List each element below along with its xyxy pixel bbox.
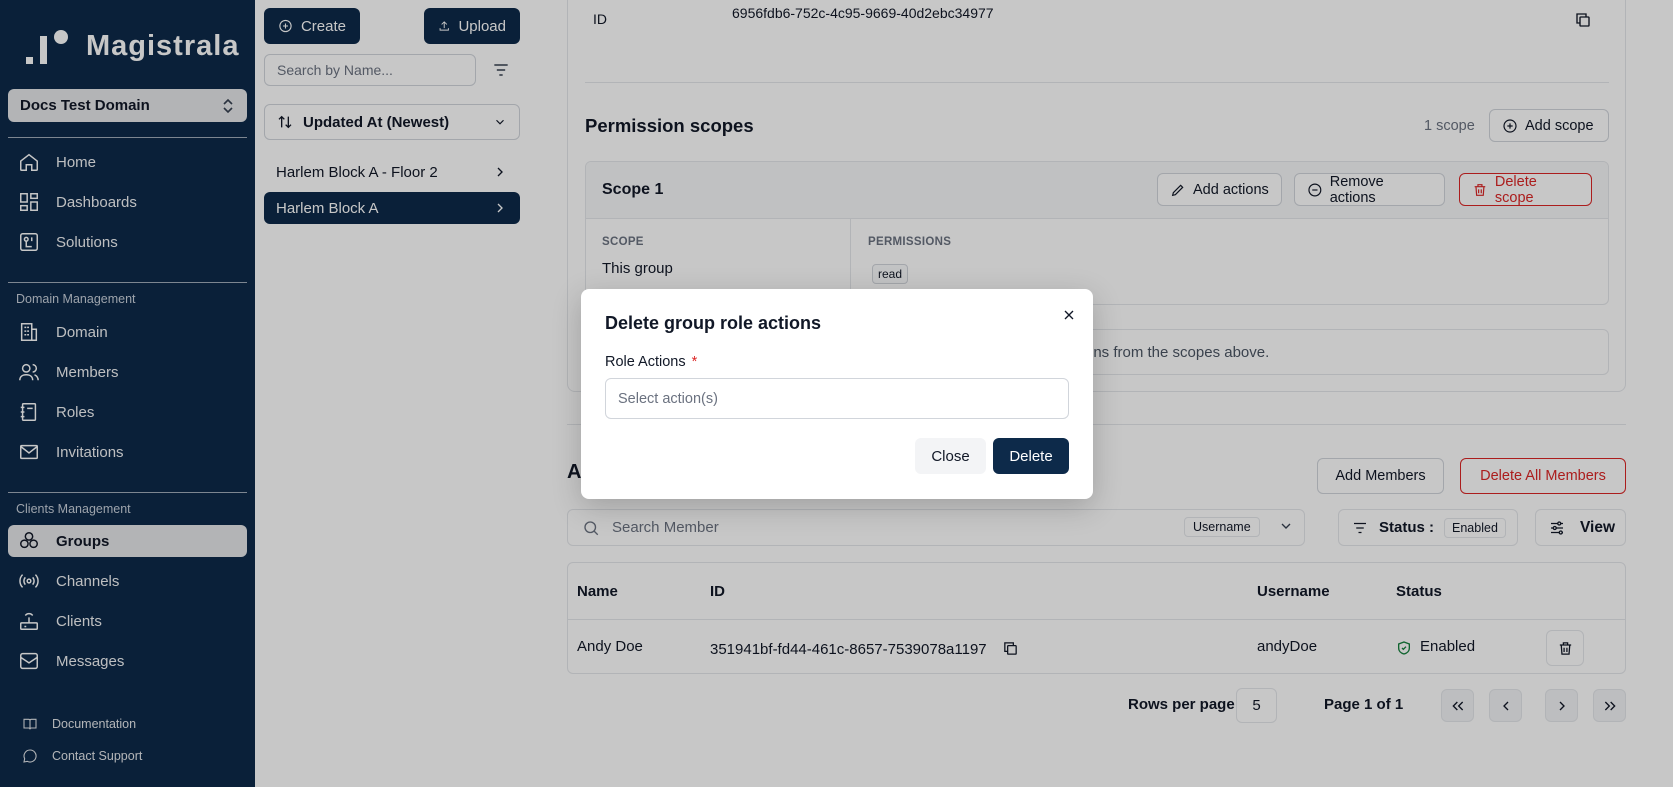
role-actions-placeholder: Select action(s) [618, 390, 718, 407]
role-actions-label-text: Role Actions [605, 354, 686, 370]
required-marker: * [691, 354, 698, 370]
dialog-title: Delete group role actions [605, 313, 822, 333]
close-button[interactable]: Close [915, 438, 986, 474]
close-icon[interactable] [1061, 307, 1077, 323]
delete-button[interactable]: Delete [993, 438, 1069, 474]
delete-role-actions-dialog: Delete group role actions Role Actions * … [581, 289, 1093, 499]
role-actions-label: Role Actions * [605, 354, 697, 370]
role-actions-select[interactable]: Select action(s) [605, 378, 1069, 419]
